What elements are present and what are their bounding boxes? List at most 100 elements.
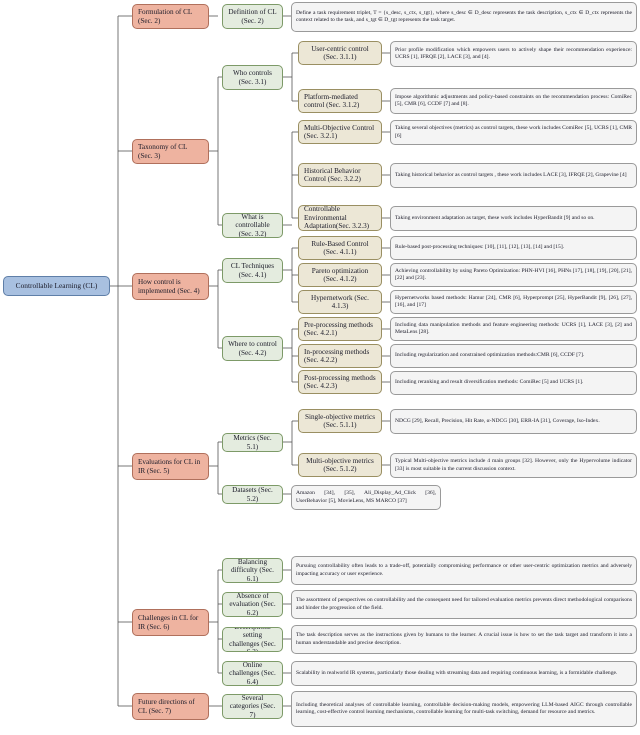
desc-several-categories-text: Including theoretical analyses of contro… <box>296 701 632 715</box>
desc-in-processing-methods-text: Including regularization and constrained… <box>395 352 585 359</box>
node-in-processing-methods-label: In-processing methods (Sec. 4.2.2) <box>304 347 370 364</box>
node-post-processing-methods[interactable]: Post-processing methods (Sec. 4.2.3) <box>298 370 382 394</box>
branch-future-directions[interactable]: Future directions of CL (Sec. 7) <box>132 693 209 720</box>
desc-controllable-environmental-adaptation: Taking environment adaptation as target,… <box>390 206 637 231</box>
node-pareto-optimization-label: Pareto optimization (Sec. 4.1.2) <box>311 266 369 283</box>
desc-balancing-difficulty-text: Pursuing controllability often leads to … <box>296 563 632 577</box>
desc-rule-based-control-text: Rule-based post-processing techniques: [… <box>395 244 565 251</box>
branch-taxonomy-label: Taxonomy of CL (Sec. 3) <box>138 143 188 160</box>
node-online-challenges[interactable]: Online challenges (Sec. 6.4) <box>222 661 283 686</box>
node-balancing-difficulty-label: Balancing difficulty (Sec. 6.1) <box>231 558 274 583</box>
node-definition-of-cl-label: Definition of CL (Sec. 2) <box>228 8 277 25</box>
desc-multi-objective-metrics-text: Typical Multi-objective metrics include … <box>395 458 632 472</box>
desc-user-centric-control-text: Prior profile modification which empower… <box>395 46 632 60</box>
desc-definition-of-cl-text: Define a task requirement triplet, T = {… <box>296 9 632 23</box>
desc-post-processing-methods: Including reranking and result diversifi… <box>390 371 637 395</box>
desc-pre-processing-methods-text: Including data manipulation methods and … <box>395 321 632 335</box>
desc-several-categories: Including theoretical analyses of contro… <box>291 691 637 727</box>
desc-definition-of-cl: Define a task requirement triplet, T = {… <box>291 2 637 32</box>
node-cl-techniques[interactable]: CL Techniques (Sec. 4.1) <box>222 258 283 283</box>
node-where-to-control[interactable]: Where to control (Sec. 4.2) <box>222 336 283 361</box>
desc-single-objective-metrics-text: NDCG [29], Recall, Precision, Hit Rate, … <box>395 417 600 424</box>
node-descriptions-setting-challenges-label: Descriptions setting challenges (Sec. 6.… <box>229 628 276 652</box>
desc-rule-based-control: Rule-based post-processing techniques: [… <box>390 236 637 260</box>
desc-platform-mediated-control: Impose algorithmic adjustments and polic… <box>390 88 637 114</box>
desc-historical-behavior-control-text: Taking historical behavior as control ta… <box>395 171 627 178</box>
node-pre-processing-methods-label: Pre-processing methods (Sec. 4.2.1) <box>304 320 373 337</box>
desc-absence-of-evaluation-text: The assortment of perspectives on contro… <box>296 597 632 611</box>
node-descriptions-setting-challenges[interactable]: Descriptions setting challenges (Sec. 6.… <box>222 627 283 652</box>
node-user-centric-control[interactable]: User-centric control (Sec. 3.1.1) <box>298 41 382 65</box>
desc-pareto-optimization: Achieving controllability by using Paret… <box>390 263 637 287</box>
node-controllable-environmental-adaptation-label: Controllable Environmental Adaptation(Se… <box>304 205 370 231</box>
desc-multi-objective-metrics: Typical Multi-objective metrics include … <box>390 453 637 478</box>
desc-online-challenges-text: Scalability in realworld IR systems, par… <box>296 669 618 676</box>
desc-descriptions-setting-challenges: The task description serves as the instr… <box>291 625 637 654</box>
node-what-is-controllable[interactable]: What is controllable (Sec. 3.2) <box>222 213 283 238</box>
node-metrics[interactable]: Metrics (Sec. 5.1) <box>222 433 283 452</box>
node-post-processing-methods-label: Post-processing methods (Sec. 4.2.3) <box>304 373 376 390</box>
desc-datasets-text: Amazon [34], [35], Ali_Display_Ad_Click … <box>296 490 436 504</box>
node-single-objective-metrics-label: Single-objective metrics (Sec. 5.1.1) <box>304 412 376 429</box>
node-cl-techniques-label: CL Techniques (Sec. 4.1) <box>230 262 275 279</box>
node-multi-objective-metrics-label: Multi-objective metrics (Sec. 5.1.2) <box>306 456 374 473</box>
node-online-challenges-label: Online challenges (Sec. 6.4) <box>229 661 276 686</box>
node-who-controls-label: Who controls (Sec. 3.1) <box>233 69 272 86</box>
node-datasets-label: Datasets (Sec. 5.2) <box>232 486 273 503</box>
desc-pareto-optimization-text: Achieving controllability by using Paret… <box>395 267 632 281</box>
branch-how-control-implemented-label: How control is implemented (Sec. 4) <box>138 278 200 295</box>
desc-single-objective-metrics: NDCG [29], Recall, Precision, Hit Rate, … <box>390 409 637 434</box>
desc-controllable-environmental-adaptation-text: Taking environment adaptation as target,… <box>395 214 595 221</box>
branch-future-directions-label: Future directions of CL (Sec. 7) <box>138 698 195 715</box>
node-absence-of-evaluation[interactable]: Absence of evaluation (Sec. 6.2) <box>222 592 283 617</box>
node-balancing-difficulty[interactable]: Balancing difficulty (Sec. 6.1) <box>222 558 283 583</box>
node-rule-based-control[interactable]: Rule-Based Control (Sec. 4.1.1) <box>298 236 382 260</box>
node-single-objective-metrics[interactable]: Single-objective metrics (Sec. 5.1.1) <box>298 409 382 433</box>
node-hypernetwork-label: Hypernetwork (Sec. 4.1.3) <box>311 293 369 310</box>
desc-online-challenges: Scalability in realworld IR systems, par… <box>291 661 637 686</box>
desc-multi-objective-control-text: Taking several objectives (metrics) as c… <box>395 125 632 139</box>
node-historical-behavior-control-label: Historical Behavior Control (Sec. 3.2.2) <box>304 166 361 183</box>
node-historical-behavior-control[interactable]: Historical Behavior Control (Sec. 3.2.2) <box>298 163 382 187</box>
branch-how-control-implemented[interactable]: How control is implemented (Sec. 4) <box>132 273 209 300</box>
node-what-is-controllable-label: What is controllable (Sec. 3.2) <box>235 213 270 238</box>
node-in-processing-methods[interactable]: In-processing methods (Sec. 4.2.2) <box>298 344 382 368</box>
desc-hypernetwork-text: Hypernetworks based methods: Hamur [24],… <box>395 294 632 308</box>
node-rule-based-control-label: Rule-Based Control (Sec. 4.1.1) <box>311 239 369 256</box>
node-platform-mediated-control[interactable]: Platform-mediated control (Sec. 3.1.2) <box>298 89 382 113</box>
desc-balancing-difficulty: Pursuing controllability often leads to … <box>291 556 637 585</box>
node-several-categories[interactable]: Several categories (Sec. 7) <box>222 694 283 719</box>
branch-challenges-label: Challenges in CL for IR (Sec. 6) <box>138 614 199 631</box>
desc-hypernetwork: Hypernetworks based methods: Hamur [24],… <box>390 290 637 314</box>
node-absence-of-evaluation-label: Absence of evaluation (Sec. 6.2) <box>229 592 276 617</box>
branch-taxonomy[interactable]: Taxonomy of CL (Sec. 3) <box>132 139 209 164</box>
node-who-controls[interactable]: Who controls (Sec. 3.1) <box>222 65 283 90</box>
desc-multi-objective-control: Taking several objectives (metrics) as c… <box>390 120 637 145</box>
desc-user-centric-control: Prior profile modification which empower… <box>390 41 637 67</box>
node-multi-objective-control-label: Multi-Objective Control (Sec. 3.2.1) <box>304 123 375 140</box>
desc-platform-mediated-control-text: Impose algorithmic adjustments and polic… <box>395 93 632 107</box>
desc-absence-of-evaluation: The assortment of perspectives on contro… <box>291 590 637 619</box>
desc-datasets: Amazon [34], [35], Ali_Display_Ad_Click … <box>291 485 441 510</box>
node-definition-of-cl[interactable]: Definition of CL (Sec. 2) <box>222 4 283 29</box>
node-datasets[interactable]: Datasets (Sec. 5.2) <box>222 485 283 504</box>
node-several-categories-label: Several categories (Sec. 7) <box>229 694 276 719</box>
node-pre-processing-methods[interactable]: Pre-processing methods (Sec. 4.2.1) <box>298 317 382 341</box>
node-where-to-control-label: Where to control (Sec. 4.2) <box>228 340 277 357</box>
branch-formulation[interactable]: Formulation of CL (Sec. 2) <box>132 4 209 29</box>
node-hypernetwork[interactable]: Hypernetwork (Sec. 4.1.3) <box>298 290 382 314</box>
node-platform-mediated-control-label: Platform-mediated control (Sec. 3.1.2) <box>304 92 360 109</box>
node-pareto-optimization[interactable]: Pareto optimization (Sec. 4.1.2) <box>298 263 382 287</box>
node-controllable-environmental-adaptation[interactable]: Controllable Environmental Adaptation(Se… <box>298 205 382 231</box>
root-node-label: Controllable Learning (CL) <box>15 280 98 290</box>
desc-historical-behavior-control: Taking historical behavior as control ta… <box>390 163 637 188</box>
node-metrics-label: Metrics (Sec. 5.1) <box>233 434 272 451</box>
root-node-controllable-learning[interactable]: Controllable Learning (CL) <box>3 276 110 296</box>
branch-formulation-label: Formulation of CL (Sec. 2) <box>138 8 193 25</box>
node-multi-objective-control[interactable]: Multi-Objective Control (Sec. 3.2.1) <box>298 120 382 144</box>
branch-evaluations[interactable]: Evaluations for CL in IR (Sec. 5) <box>132 453 209 480</box>
desc-in-processing-methods: Including regularization and constrained… <box>390 344 637 368</box>
branch-challenges[interactable]: Challenges in CL for IR (Sec. 6) <box>132 609 209 636</box>
node-multi-objective-metrics[interactable]: Multi-objective metrics (Sec. 5.1.2) <box>298 453 382 477</box>
desc-post-processing-methods-text: Including reranking and result diversifi… <box>395 379 584 386</box>
